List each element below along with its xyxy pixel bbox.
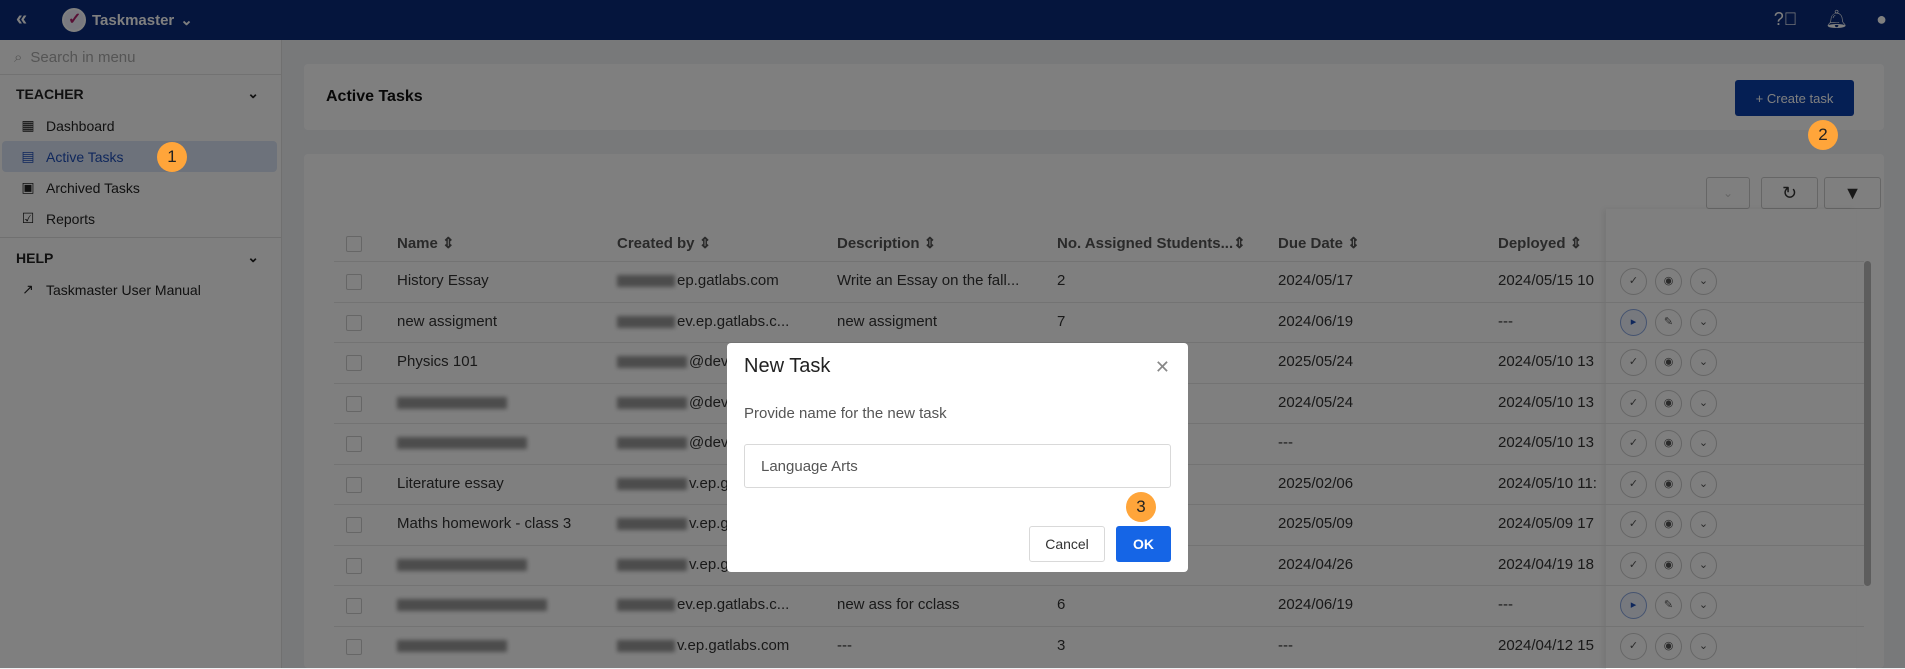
step-badge-3: 3 [1126,492,1156,522]
dialog-prompt: Provide name for the new task [744,405,947,422]
step-badge-1: 1 [157,142,187,172]
close-icon[interactable]: ✕ [1155,357,1170,378]
new-task-dialog: New Task ✕ Provide name for the new task… [727,343,1188,572]
step-badge-2: 2 [1808,120,1838,150]
task-name-input[interactable] [744,444,1171,488]
dialog-title: New Task [744,355,831,377]
ok-button[interactable]: OK [1116,526,1171,562]
cancel-button[interactable]: Cancel [1029,526,1105,562]
